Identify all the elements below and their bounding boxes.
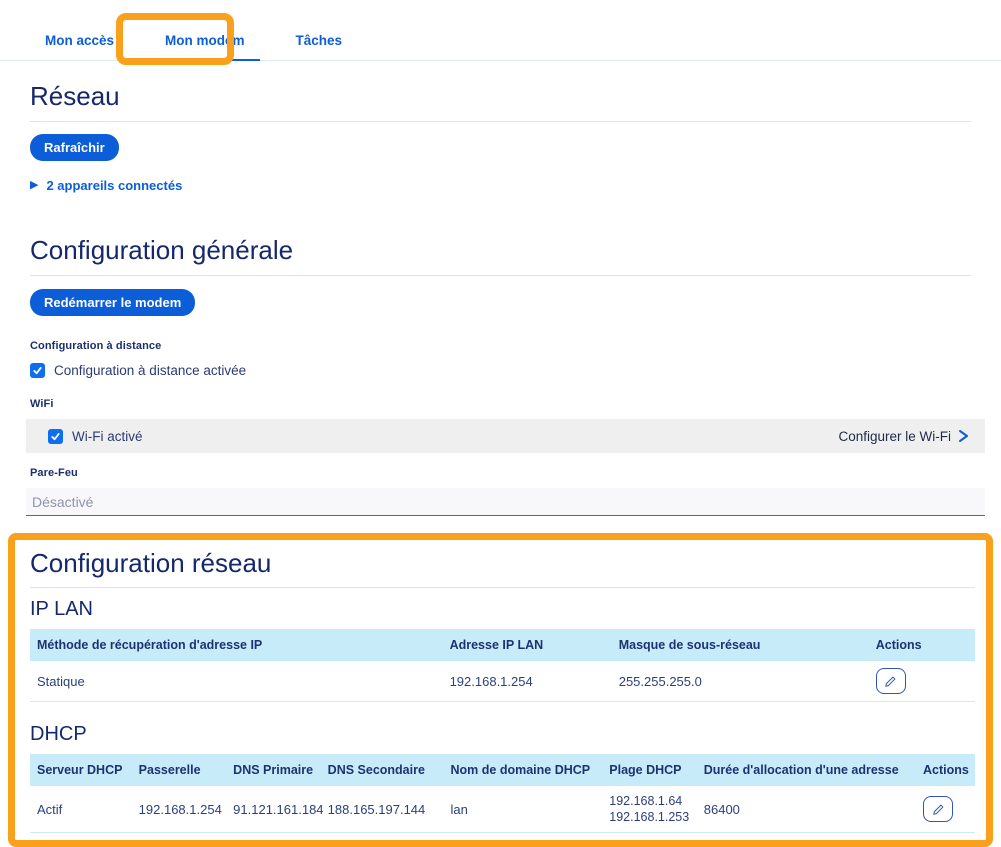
tab-bar: Mon accès Mon modem Tâches [0, 0, 1001, 61]
dhcp-row: Actif 192.168.1.254 91.121.161.184 188.1… [30, 786, 975, 833]
pencil-icon [884, 675, 897, 688]
dhcp-edit-button[interactable] [923, 796, 953, 822]
ip-lan-row: Statique 192.168.1.254 255.255.255.0 [30, 661, 975, 702]
dhcp-header-server: Serveur DHCP [30, 754, 139, 786]
dhcp-cell-server: Actif [30, 786, 139, 833]
dhcp-header-actions: Actions [923, 754, 975, 786]
checkmark-icon [32, 365, 43, 376]
dhcp-cell-range: 192.168.1.64 192.168.1.253 [609, 786, 704, 833]
dhcp-cell-gateway: 192.168.1.254 [139, 786, 234, 833]
ip-lan-header-actions: Actions [876, 629, 975, 661]
subsection-title-ip-lan: IP LAN [30, 598, 975, 621]
ip-lan-header-mask: Masque de sous-réseau [619, 629, 876, 661]
dhcp-header-range: Plage DHCP [609, 754, 704, 786]
wifi-row: Wi-Fi activé Configurer le Wi-Fi [26, 419, 985, 453]
dhcp-header-dns-secondary: DNS Secondaire [328, 754, 451, 786]
remote-config-checkbox[interactable] [30, 363, 45, 378]
wifi-checkbox-label: Wi-Fi activé [72, 429, 143, 444]
ip-lan-header-row: Méthode de récupération d'adresse IP Adr… [30, 629, 975, 661]
expand-arrow-icon: ▶ [30, 180, 38, 191]
dhcp-header-domain: Nom de domaine DHCP [451, 754, 610, 786]
firewall-value-field[interactable]: Désactivé [26, 488, 985, 516]
dhcp-header-gateway: Passerelle [139, 754, 234, 786]
checkmark-icon [50, 431, 61, 442]
subsection-title-dhcp: DHCP [30, 723, 975, 746]
ip-lan-cell-ip: 192.168.1.254 [450, 661, 619, 702]
dhcp-cell-dns-secondary: 188.165.197.144 [328, 786, 451, 833]
section-title-config-generale: Configuration générale [30, 235, 971, 276]
tab-mon-modem[interactable]: Mon modem [150, 33, 260, 61]
dhcp-cell-dns-primary: 91.121.161.184 [233, 786, 328, 833]
dhcp-range-start: 192.168.1.64 [609, 793, 698, 809]
ip-lan-edit-button[interactable] [876, 668, 906, 694]
wifi-label: WiFi [30, 398, 971, 410]
dhcp-header-row: Serveur DHCP Passerelle DNS Primaire DNS… [30, 754, 975, 786]
ip-lan-header-ip: Adresse IP LAN [450, 629, 619, 661]
tab-mon-acces[interactable]: Mon accès [30, 33, 129, 61]
dhcp-range-end: 192.168.1.253 [609, 809, 698, 825]
section-title-reseau: Réseau [30, 81, 971, 122]
ip-lan-table: Méthode de récupération d'adresse IP Adr… [30, 629, 975, 702]
connected-devices-label: 2 appareils connectés [46, 178, 182, 193]
firewall-label: Pare-Feu [30, 467, 971, 479]
dhcp-table: Serveur DHCP Passerelle DNS Primaire DNS… [30, 754, 975, 833]
dhcp-header-lease: Durée d'allocation d'une adresse [704, 754, 923, 786]
dhcp-header-dns-primary: DNS Primaire [233, 754, 328, 786]
restart-modem-button[interactable]: Redémarrer le modem [30, 289, 195, 316]
ip-lan-cell-method: Statique [30, 661, 450, 702]
configure-wifi-link[interactable]: Configurer le Wi-Fi [838, 429, 969, 444]
remote-config-checkbox-label: Configuration à distance activée [54, 363, 246, 378]
ip-lan-header-method: Méthode de récupération d'adresse IP [30, 629, 450, 661]
chevron-right-icon [957, 429, 969, 443]
highlight-box-configuration-reseau: Configuration réseau IP LAN Méthode de r… [8, 533, 993, 847]
refresh-button[interactable]: Rafraîchir [30, 134, 119, 161]
configure-wifi-label: Configurer le Wi-Fi [838, 429, 951, 444]
section-title-config-reseau: Configuration réseau [30, 548, 975, 588]
pencil-icon [932, 803, 945, 816]
remote-config-label: Configuration à distance [30, 340, 971, 352]
ip-lan-cell-mask: 255.255.255.0 [619, 661, 876, 702]
dhcp-cell-lease: 86400 [704, 786, 923, 833]
tab-taches[interactable]: Tâches [281, 33, 358, 61]
connected-devices-toggle[interactable]: ▶ 2 appareils connectés [30, 178, 971, 193]
dhcp-cell-domain: lan [451, 786, 610, 833]
wifi-checkbox[interactable] [48, 429, 63, 444]
